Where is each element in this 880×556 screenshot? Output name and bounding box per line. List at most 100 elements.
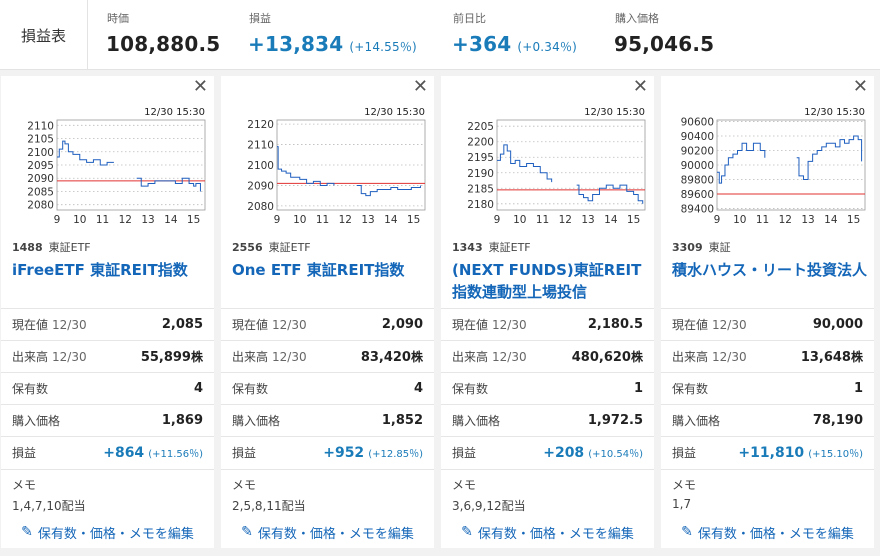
y-tick-label: 2180 <box>467 199 494 211</box>
pencil-icon: ✎ <box>461 524 473 540</box>
day-change-percent: (+0.34％) <box>517 40 578 54</box>
y-tick-label: 2095 <box>27 160 54 172</box>
x-tick-label: 11 <box>96 214 109 226</box>
current-price-value: 90,000 <box>812 317 863 332</box>
x-tick-label: 15 <box>407 214 420 226</box>
close-icon[interactable]: ✕ <box>633 78 648 96</box>
profit-loss-percent: (+14.55％) <box>349 40 417 54</box>
market-price-value: 108,880.5 <box>106 32 221 56</box>
x-tick-label: 12 <box>559 214 572 226</box>
stock-name-link[interactable]: (NEXT FUNDS)東証REIT指数連動型上場投信 <box>452 259 647 303</box>
x-tick-label: 9 <box>714 214 721 226</box>
holdings-label: 保有数 <box>12 382 49 396</box>
holdings-value: 4 <box>413 381 423 396</box>
stock-detail-rows: 現在値 12/30 2,085 出来高 12/30 55,899株 保有数 4 購入… <box>1 308 214 468</box>
chart-timestamp: 12/30 15:30 <box>804 107 865 118</box>
profit-loss-value: +864 <box>103 444 145 461</box>
y-tick-label: 90000 <box>681 160 714 172</box>
purchase-price-value: 1,972.5 <box>587 413 643 428</box>
pencil-icon: ✎ <box>21 524 33 540</box>
y-tick-label: 89400 <box>681 204 714 216</box>
chart-svg: 12/30 15:30 2205 2200 2195 2190 2185 21809 10 11… <box>467 107 646 226</box>
row-profit-loss: 損益 +11,810 (+15.10％) <box>661 436 874 468</box>
summary-title: 損益表 <box>0 0 88 70</box>
edit-holdings-label: 保有数・価格・メモを編集 <box>257 526 414 542</box>
stock-code-line: 2556 東証ETF <box>232 239 311 255</box>
purchase-price-value: 1,869 <box>161 413 203 428</box>
close-icon[interactable]: ✕ <box>413 78 428 96</box>
holdings-label: 保有数 <box>232 382 269 396</box>
current-price-date: 12/30 <box>52 318 87 332</box>
stock-code: 1488 <box>12 241 43 254</box>
stock-code-line: 1488 東証ETF <box>12 239 91 255</box>
market-name: 東証ETF <box>488 241 531 254</box>
row-holdings: 保有数 4 <box>221 372 434 404</box>
day-change-value: +364 <box>452 32 512 56</box>
summary-profit-loss: 損益 +13,834 (+14.55％) <box>248 10 417 56</box>
memo-label: メモ <box>12 478 37 492</box>
chart-svg: 12/30 15:30 90600 90400 90200 90000 89800 8960… <box>681 107 866 226</box>
y-tick-label: 89600 <box>681 189 714 201</box>
x-tick-label: 14 <box>604 214 618 226</box>
summary-market-price: 時価 108,880.5 <box>106 10 220 56</box>
stock-name-link[interactable]: 積水ハウス・リート投資法人 <box>672 259 867 281</box>
volume-value: 55,899 <box>140 350 191 365</box>
profit-loss-label: 損益 <box>232 446 257 460</box>
holdings-value: 1 <box>853 381 863 396</box>
chart-svg: 12/30 15:30 2120 2110 2100 2090 20809 10 11 12 13… <box>247 107 426 226</box>
volume-date: 12/30 <box>272 350 307 364</box>
current-price-label: 現在値 <box>672 318 709 332</box>
y-tick-label: 2200 <box>467 137 494 149</box>
chart-timestamp: 12/30 15:30 <box>584 107 645 118</box>
y-tick-label: 2085 <box>27 186 54 198</box>
row-purchase-price: 購入価格 1,852 <box>221 404 434 436</box>
close-icon[interactable]: ✕ <box>853 78 868 96</box>
price-line <box>356 184 421 197</box>
row-volume: 出来高 12/30 55,899株 <box>1 340 214 372</box>
y-tick-label: 2080 <box>247 201 274 213</box>
profit-loss-label: 損益 <box>12 446 37 460</box>
current-price-label: 現在値 <box>452 318 489 332</box>
y-tick-label: 2090 <box>27 173 54 185</box>
plot-frame <box>716 119 866 211</box>
memo-text: 2,5,8,11配当 <box>232 499 306 513</box>
edit-holdings-button[interactable]: ✎ 保有数・価格・メモを編集 <box>441 516 654 548</box>
row-current-price: 現在値 12/30 2,090 <box>221 308 434 340</box>
profit-loss-label: 損益 <box>249 12 271 25</box>
close-icon[interactable]: ✕ <box>193 78 208 96</box>
row-purchase-price: 購入価格 78,190 <box>661 404 874 436</box>
edit-holdings-button[interactable]: ✎ 保有数・価格・メモを編集 <box>221 516 434 548</box>
edit-holdings-label: 保有数・価格・メモを編集 <box>477 526 634 542</box>
stock-name-link[interactable]: iFreeETF 東証REIT指数 <box>12 259 207 281</box>
volume-label: 出来高 <box>12 350 49 364</box>
memo-text: 1,7 <box>672 497 692 511</box>
chart-timestamp: 12/30 15:30 <box>364 107 425 118</box>
row-profit-loss: 損益 +864 (+11.56％) <box>1 436 214 468</box>
price-line <box>277 146 335 186</box>
pencil-icon: ✎ <box>681 524 693 540</box>
stock-card: ✕ 12/30 15:30 90600 90400 90200 90000 89800 89… <box>661 76 874 548</box>
row-volume: 出来高 12/30 83,420株 <box>221 340 434 372</box>
market-name: 東証 <box>708 241 731 254</box>
shares-unit: 株 <box>850 350 863 364</box>
x-tick-label: 12 <box>119 214 132 226</box>
pencil-icon: ✎ <box>241 524 253 540</box>
profit-loss-value: +13,834 <box>248 32 344 56</box>
purchase-price-label: 購入価格 <box>12 414 61 428</box>
profit-loss-percent: (+15.10％) <box>808 448 863 460</box>
row-holdings: 保有数 4 <box>1 372 214 404</box>
profit-loss-label: 損益 <box>452 446 477 460</box>
memo-section: メモ 1,7 <box>661 469 874 511</box>
stock-card: ✕ 12/30 15:30 2120 2110 2100 2090 2080 9 10 11 12… <box>221 76 434 548</box>
shares-unit: 株 <box>190 350 203 364</box>
price-line <box>497 144 553 183</box>
edit-holdings-button[interactable]: ✎ 保有数・価格・メモを編集 <box>661 516 874 548</box>
x-tick-label: 14 <box>824 214 838 226</box>
x-tick-label: 10 <box>293 214 306 226</box>
stock-code-line: 3309 東証 <box>672 239 731 255</box>
intraday-chart: 12/30 15:30 2205 2200 2195 2190 2185 2180 9 10 11… <box>449 106 647 226</box>
volume-label: 出来高 <box>232 350 269 364</box>
current-price-value: 2,180.5 <box>587 317 643 332</box>
edit-holdings-button[interactable]: ✎ 保有数・価格・メモを編集 <box>1 516 214 548</box>
stock-name-link[interactable]: One ETF 東証REIT指数 <box>232 259 427 281</box>
